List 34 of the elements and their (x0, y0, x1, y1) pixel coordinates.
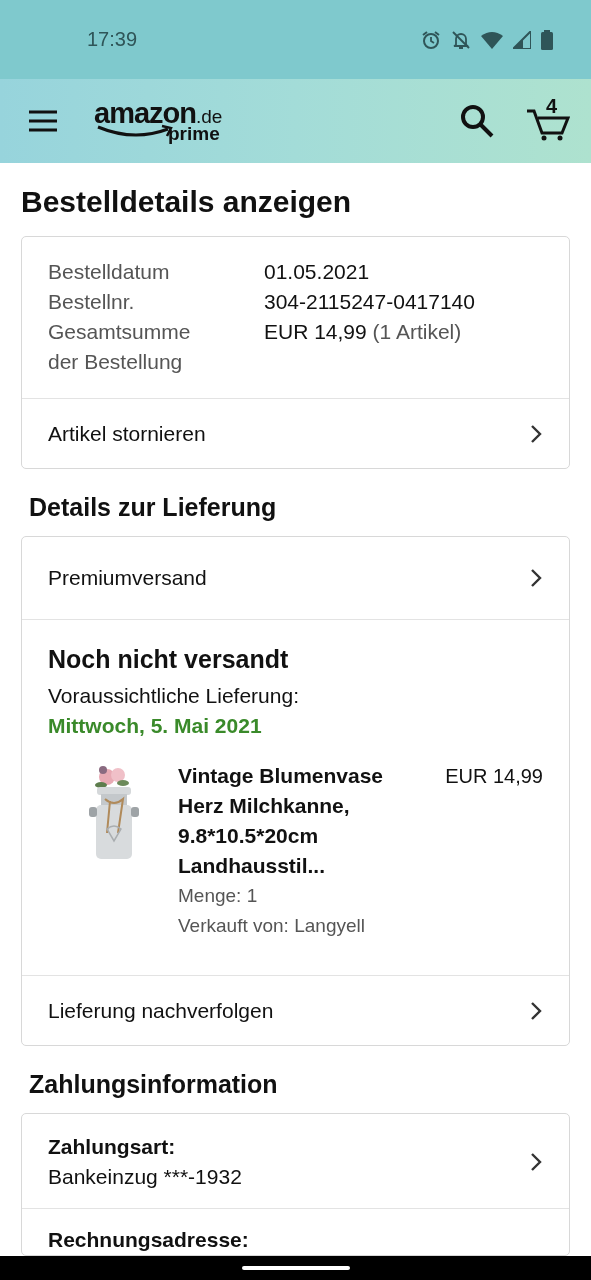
logo-domain: .de (196, 107, 223, 126)
field-label: Bestellnr. (48, 289, 136, 315)
quantity-text: Menge: 1 (178, 884, 259, 908)
payment-value: Bankeinzug ***-1932 (48, 1164, 242, 1190)
field-value: 304-2115247-0417140 (264, 289, 476, 315)
delivery-date: Mittwoch, 5. Mai 2021 (48, 713, 263, 739)
page-title: Bestelldetails anzeigen (21, 184, 353, 220)
product-price: EUR 14,99 (445, 764, 543, 789)
product-title[interactable]: Vintage Blumenvase Herz Milchkanne, 9.8*10.5*20cm Landhausstil... (178, 761, 418, 881)
payment-row[interactable]: Rechnungsadresse: (22, 1208, 569, 1255)
section-heading: Details zur Lieferung (29, 492, 278, 523)
delivery-estimate-label: Voraussichtliche Lieferung: (48, 683, 300, 709)
field-value: EUR 14,99 (1 Artikel) (264, 319, 463, 345)
alarm-icon (421, 29, 441, 50)
field-value: 01.05.2021 (264, 259, 371, 285)
field-label: Bestelldatum (48, 259, 171, 285)
wifi-icon (481, 30, 503, 49)
field-label: Gesamtsumme der Bestellung (48, 319, 192, 375)
home-handle[interactable] (241, 1266, 350, 1270)
shipment-status: Noch nicht versandt (48, 644, 290, 675)
battery-icon (541, 29, 553, 50)
section-heading: Zahlungsinformation (29, 1069, 279, 1100)
clock-time: 17:39 (87, 28, 139, 51)
payment-row[interactable]: Zahlungsart: Bankeinzug ***-1932 (22, 1114, 569, 1208)
shipping-option-link[interactable]: Premiumversand (22, 537, 569, 619)
payment-label: Zahlungsart: (48, 1134, 177, 1160)
menu-icon[interactable] (28, 109, 58, 133)
seller-text: Verkauft von: Langyell (178, 914, 366, 938)
search-icon[interactable] (460, 104, 494, 138)
payment-label: Rechnungsadresse: (48, 1227, 249, 1253)
cancel-items-link[interactable]: Artikel stornieren (22, 398, 569, 468)
signal-icon (513, 30, 531, 49)
bell-off-icon (451, 29, 471, 50)
track-delivery-link[interactable]: Lieferung nachverfolgen (22, 975, 569, 1045)
